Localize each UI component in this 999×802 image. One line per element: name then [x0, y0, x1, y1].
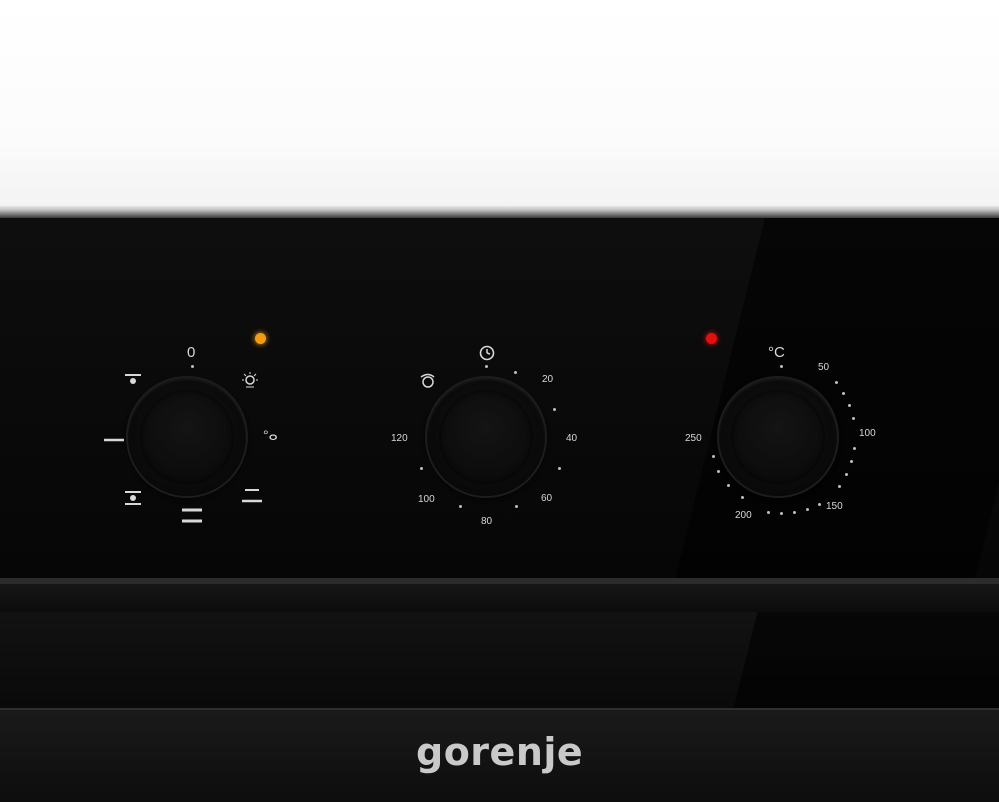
cabinet-wall — [0, 0, 999, 206]
tick — [845, 473, 848, 476]
temperature-label-150: 150 — [826, 501, 843, 512]
bottom-heat-icon — [124, 489, 142, 509]
knob-cap — [140, 390, 234, 484]
glass-reflection — [665, 218, 999, 578]
timer-label-80: 80 — [481, 516, 493, 527]
tick — [852, 417, 855, 420]
temperature-indicator-lamp — [706, 333, 717, 344]
oven-door-glass — [0, 612, 999, 708]
light-bulb-icon — [240, 371, 260, 391]
oven-top-rim — [0, 206, 999, 218]
tick — [515, 505, 518, 508]
defrost-icon: °ⴰ — [263, 427, 278, 443]
tick — [420, 467, 423, 470]
tick — [485, 365, 488, 368]
temperature-label-200: 200 — [735, 510, 752, 521]
temperature-knob[interactable] — [719, 378, 837, 496]
door-handle-strip[interactable] — [0, 584, 999, 613]
temperature-label-100: 100 — [859, 428, 876, 439]
tick — [780, 365, 783, 368]
function-knob[interactable] — [128, 378, 246, 496]
tick — [838, 485, 841, 488]
tick — [818, 503, 821, 506]
timer-label-20: 20 — [542, 374, 554, 385]
tick — [850, 460, 853, 463]
tick — [835, 381, 838, 384]
tick — [459, 505, 462, 508]
tick — [848, 404, 851, 407]
grill-icon — [103, 431, 125, 445]
tick — [553, 408, 556, 411]
manual-icon — [418, 371, 438, 391]
tick — [717, 470, 720, 473]
temperature-unit-label: °C — [768, 344, 785, 361]
tick — [514, 371, 517, 374]
tick — [780, 512, 783, 515]
brand-logo: gorenje — [416, 730, 584, 774]
clock-icon — [478, 344, 496, 364]
tick — [842, 392, 845, 395]
fan-icon — [124, 372, 142, 388]
top-heat-icon — [241, 487, 263, 507]
tick — [727, 484, 730, 487]
timer-label-100: 100 — [418, 494, 435, 505]
tick — [741, 496, 744, 499]
tick — [853, 447, 856, 450]
timer-label-40: 40 — [566, 433, 578, 444]
tick — [712, 455, 715, 458]
temperature-label-50: 50 — [818, 362, 830, 373]
timer-knob[interactable] — [427, 378, 545, 496]
glass-reflection — [715, 612, 999, 708]
tick — [558, 467, 561, 470]
tick — [806, 508, 809, 511]
tick — [767, 511, 770, 514]
timer-label-120: 120 — [391, 433, 408, 444]
knob-cap — [731, 390, 825, 484]
function-off-label: 0 — [187, 344, 196, 361]
tick — [793, 511, 796, 514]
temperature-label-250: 250 — [685, 433, 702, 444]
timer-label-60: 60 — [541, 493, 553, 504]
tick — [191, 365, 194, 368]
top-bottom-heat-icon — [181, 506, 203, 528]
function-indicator-lamp — [255, 333, 266, 344]
knob-cap — [439, 390, 533, 484]
